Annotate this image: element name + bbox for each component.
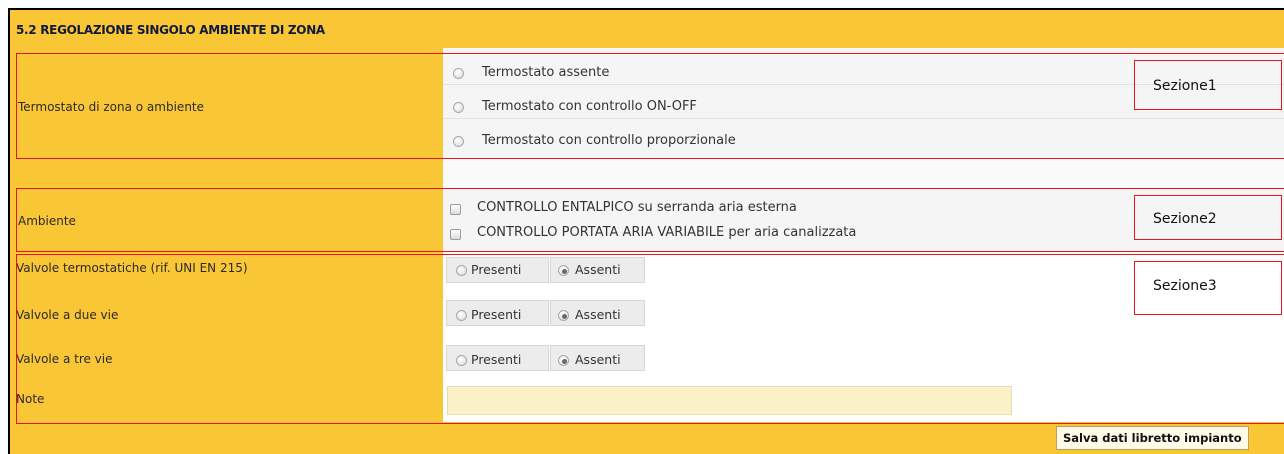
annotation-frame-section2 — [16, 188, 1284, 252]
spacer-label-cell — [10, 159, 443, 187]
annotation-frame-section1 — [16, 53, 1284, 159]
annotation-frame-section3 — [16, 254, 1284, 424]
spacer-cell — [443, 159, 1284, 187]
form-panel: 5.2 REGOLAZIONE SINGOLO AMBIENTE DI ZONA… — [8, 8, 1284, 454]
annotation-label-section3: Sezione3 — [1153, 278, 1217, 294]
annotation-label-section2: Sezione2 — [1153, 211, 1217, 227]
section-title: 5.2 REGOLAZIONE SINGOLO AMBIENTE DI ZONA — [16, 23, 325, 37]
save-button[interactable]: Salva dati libretto impianto — [1056, 426, 1249, 450]
annotation-label-section1: Sezione1 — [1153, 78, 1217, 94]
